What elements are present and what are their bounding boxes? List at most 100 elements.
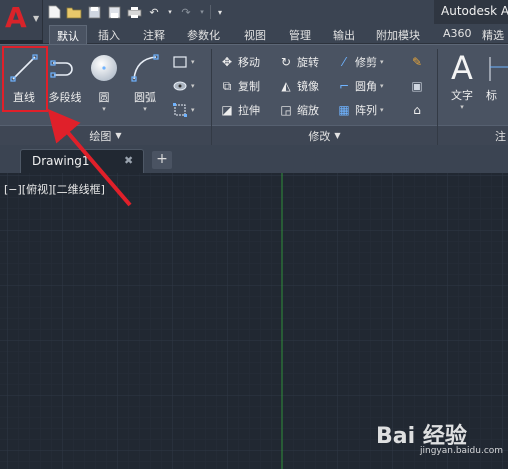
modify-panel-footer[interactable]: 修改 ▼ [212,125,437,145]
text-dropdown-icon[interactable]: ▾ [443,103,481,111]
scale-icon: ◲ [280,103,292,117]
line-tool-highlight [2,46,48,112]
open-folder-icon[interactable] [66,4,82,20]
polyline-tool-button[interactable]: 多段线 [45,51,85,105]
chevron-down-icon: ▾ [380,58,384,66]
rectangle-icon [172,54,188,70]
stretch-icon: ◪ [221,103,233,117]
boundary-tool-button[interactable]: ▾ [172,101,195,119]
stretch-label: 拉伸 [238,104,260,117]
redo-dropdown-icon[interactable]: ▾ [198,4,206,20]
tab-a360[interactable]: A360 [443,27,472,40]
tab-featured[interactable]: 精选 [482,27,504,43]
arc-icon [128,51,162,85]
annotation-panel-footer[interactable]: 注 [438,125,508,145]
rotate-icon: ↻ [280,55,292,69]
offset-icon: ⌂ [413,103,421,117]
arc-tool-button[interactable]: 圆弧 ▾ [126,51,164,113]
rotate-label: 旋转 [297,56,319,69]
copy-icon: ⧉ [222,78,232,93]
copy-button[interactable]: ⧉ 复制 [219,77,260,95]
undo-icon[interactable]: ↶ [146,4,162,20]
tab-addins[interactable]: 附加模块 [376,27,420,43]
tab-default[interactable]: 默认 [49,25,87,45]
explode-button[interactable]: ▣ [409,77,425,95]
quick-access-toolbar: ↶ ▾ ↷ ▾ ▾ [46,3,225,21]
dimension-tool-button[interactable]: 标 [486,49,508,103]
chevron-down-icon: ▾ [191,106,195,114]
circle-icon [87,51,121,85]
circle-tool-button[interactable]: 圆 ▾ [85,51,123,113]
new-tab-button[interactable]: + [152,151,172,169]
tab-annotate[interactable]: 注释 [143,27,165,43]
document-tab[interactable]: Drawing1 ✖ [20,149,144,173]
undo-dropdown-icon[interactable]: ▾ [166,4,174,20]
chevron-down-icon: ▾ [191,82,195,90]
scale-button[interactable]: ◲ 缩放 [278,101,319,119]
trim-label: 修剪 [355,56,377,69]
fillet-icon: ⌐ [338,79,350,93]
tab-output[interactable]: 输出 [333,27,355,43]
array-button[interactable]: ▦ 阵列 ▾ [336,101,384,119]
tab-insert[interactable]: 插入 [98,27,120,43]
move-icon: ✥ [221,55,233,69]
circle-tool-label: 圆 [98,91,110,104]
trim-icon: ⁄ [342,55,345,69]
title-bar: ↶ ▾ ↷ ▾ ▾ Autodesk A [0,0,508,24]
circle-dropdown-icon[interactable]: ▾ [85,105,123,113]
watermark-url: jingyan.baidu.com [420,446,504,456]
document-tab-strip: Drawing1 ✖ + [0,145,508,173]
array-icon: ▦ [338,103,350,117]
tab-view[interactable]: 视图 [244,27,266,43]
save-as-icon[interactable] [106,4,122,20]
text-tool-label: 文字 [451,89,473,102]
chevron-down-icon: ▾ [380,106,384,114]
viewport-controls[interactable]: [−][俯视][二维线框] [4,181,105,197]
hatch-tool-button[interactable]: ▾ [172,77,195,95]
trim-button[interactable]: ⁄ 修剪 ▾ [336,53,384,71]
polyline-icon [48,51,82,85]
stretch-button[interactable]: ◪ 拉伸 [219,101,260,119]
mirror-button[interactable]: ◭ 镜像 [278,77,319,95]
modify-panel-title: 修改 [308,129,331,143]
polyline-tool-label: 多段线 [48,91,82,104]
chevron-down-icon: ▼ [115,131,122,140]
ribbon-panel-area: 直线 多段线 圆 ▾ 圆弧 ▾ ▾ ▾ ▾ ✥ 移动 ↻ 旋转 ⁄ 修剪 ▾ ✎… [0,44,508,145]
customize-dropdown-icon[interactable]: ▾ [215,4,225,20]
mirror-label: 镜像 [297,80,319,93]
ribbon-tab-bar: 默认 插入 注释 参数化 视图 管理 输出 附加模块 A360 精选 [43,24,508,45]
app-title: Autodesk A [441,4,508,18]
move-label: 移动 [238,56,260,69]
document-tab-label: Drawing1 [32,154,90,168]
mirror-icon: ◭ [281,79,291,93]
draw-panel-title: 绘图 [89,129,112,143]
dimension-tool-label: 标 [486,89,497,102]
baidu-watermark: Bai 经验 jingyan.baidu.com [368,412,504,464]
annotation-panel-title: 注 [495,129,506,143]
erase-button[interactable]: ✎ [409,53,425,71]
fillet-button[interactable]: ⌐ 圆角 ▾ [336,77,384,95]
arc-dropdown-icon[interactable]: ▾ [126,105,164,113]
tab-parametric[interactable]: 参数化 [187,27,220,43]
chevron-down-icon: ▼ [334,131,341,140]
autocad-logo-icon: A [5,1,27,34]
draw-panel-footer[interactable]: 绘图 ▼ [0,125,211,145]
copy-label: 复制 [238,80,260,93]
close-icon[interactable]: ✖ [124,154,133,167]
new-file-icon[interactable] [46,4,62,20]
fillet-label: 圆角 [355,80,377,93]
move-button[interactable]: ✥ 移动 [219,53,260,71]
rectangle-tool-button[interactable]: ▾ [172,53,195,71]
offset-button[interactable]: ⌂ [409,101,425,119]
application-menu-button[interactable]: A ▼ [0,0,43,40]
chevron-down-icon: ▼ [33,14,40,23]
hatch-icon [172,78,188,94]
chevron-down-icon: ▾ [380,82,384,90]
print-icon[interactable] [126,4,142,20]
save-icon[interactable] [86,4,102,20]
tab-manage[interactable]: 管理 [289,27,311,43]
redo-icon[interactable]: ↷ [178,4,194,20]
rotate-button[interactable]: ↻ 旋转 [278,53,319,71]
text-tool-button[interactable]: A 文字 ▾ [443,49,481,111]
scale-label: 缩放 [297,104,319,117]
